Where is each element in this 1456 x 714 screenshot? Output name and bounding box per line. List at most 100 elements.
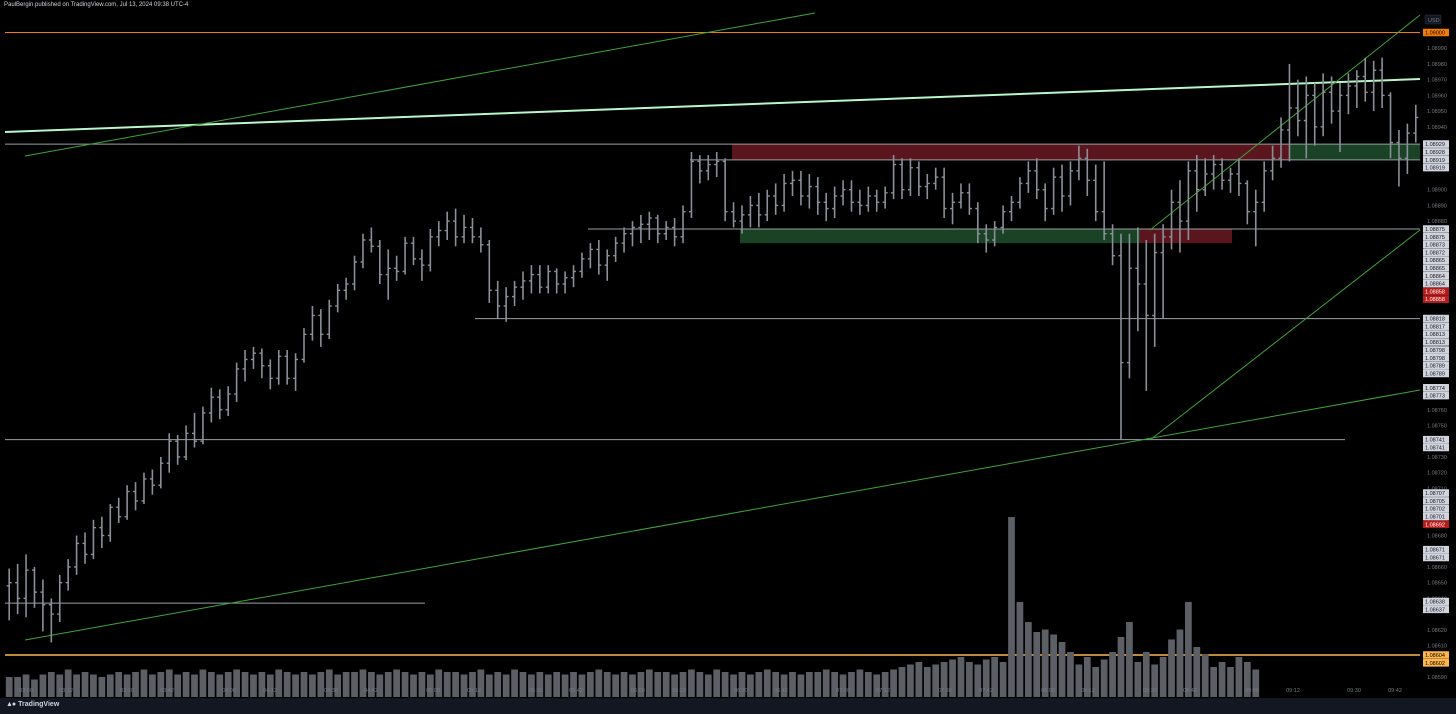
ohlc-bar — [352, 255, 358, 291]
volume-bar — [1100, 659, 1108, 697]
svg-text:1.08865: 1.08865 — [1425, 266, 1445, 272]
price-chart[interactable]: USD 1.08990 1.08980 1.08970 1.08960 1.08950 1… — [0, 0, 1456, 714]
volume-bar — [645, 669, 653, 697]
tradingview-brand-label: TradingView — [18, 701, 60, 708]
volume-bar — [300, 672, 308, 697]
ohlc-bar — [478, 227, 484, 253]
trendline-bright-green[interactable] — [4, 78, 1421, 133]
time-tick-label: 03:42 — [160, 688, 174, 694]
price-tick-label: 1.08660 — [1427, 565, 1447, 571]
price-tick-label: 1.08950 — [1427, 109, 1447, 115]
price-badge: 1.08773 — [1423, 391, 1449, 400]
ohlc-bar — [537, 265, 543, 294]
price-badge: 1.08873 — [1423, 240, 1449, 249]
volume-bar — [106, 674, 114, 697]
time-tick-label: 08:12 — [1081, 688, 1095, 694]
time-tick-label: 09:42 — [1388, 688, 1402, 694]
price-badge: 1.08638 — [1423, 597, 1449, 606]
volume-bar — [485, 674, 493, 697]
volume-bar — [747, 674, 754, 697]
ohlc-bar — [747, 195, 753, 228]
svg-text:1.08813: 1.08813 — [1425, 332, 1445, 338]
zone-demand[interactable] — [1290, 144, 1420, 160]
volume-bar — [73, 674, 80, 697]
svg-text:1.08637: 1.08637 — [1425, 607, 1445, 613]
price-badge: 1.08705 — [1423, 497, 1449, 505]
price-badge: 1.08817 — [1423, 322, 1449, 330]
ohlc-bar — [402, 236, 408, 275]
ohlc-bar — [133, 482, 139, 511]
ohlc-bar — [149, 469, 155, 495]
ohlc-bar — [1312, 82, 1318, 146]
trendline-upper-green[interactable] — [24, 12, 816, 157]
price-tick-label: 1.08900 — [1427, 188, 1447, 194]
volume-bar — [14, 677, 22, 697]
ohlc-bar — [1101, 161, 1107, 240]
tradingview-brand[interactable]: ▲● TradingView — [6, 701, 59, 708]
trendline-channel-inner[interactable] — [1149, 229, 1421, 441]
svg-text:1.08858: 1.08858 — [1425, 297, 1445, 303]
horizontal-levels — [5, 32, 1420, 656]
zone-supply[interactable] — [1140, 228, 1232, 244]
volume-bar — [1126, 622, 1133, 697]
volume-bar — [561, 674, 569, 697]
ohlc-bar — [1009, 195, 1015, 222]
svg-text:1.08741: 1.08741 — [1425, 445, 1445, 451]
ohlc-bar — [865, 186, 871, 212]
svg-text:1.08692: 1.08692 — [1425, 522, 1445, 528]
ohlc-bar — [301, 328, 307, 363]
ohlc-bar — [436, 221, 442, 247]
zone-demand[interactable] — [740, 228, 1140, 244]
volume-bar — [587, 672, 594, 697]
volume-bar — [1058, 642, 1066, 697]
ohlc-bar — [545, 265, 551, 294]
volume-bar — [1008, 517, 1015, 697]
time-tick-label: 08:30 — [1143, 688, 1157, 694]
svg-text:1.08928: 1.08928 — [1425, 150, 1445, 156]
volume-bar — [393, 669, 401, 697]
price-badge: 1.08919 — [1423, 163, 1449, 172]
ohlc-bar — [318, 309, 324, 347]
ohlc-bar — [907, 158, 913, 196]
ohlc-bar — [427, 228, 433, 272]
volume-bar — [494, 672, 502, 697]
ohlc-bar — [124, 485, 130, 520]
time-tick-label: 09:12 — [1286, 688, 1300, 694]
ohlc-bar — [714, 151, 720, 178]
volume-bar — [822, 669, 830, 697]
price-badge: 1.08671 — [1423, 553, 1449, 561]
price-badge: 1.08928 — [1423, 148, 1449, 156]
ohlc-bar — [722, 158, 728, 222]
volume-bar — [309, 674, 316, 697]
volume-bar — [612, 674, 620, 697]
ohlc-bar — [604, 249, 610, 281]
volume-bar — [1117, 637, 1125, 697]
ohlc-bar — [326, 299, 332, 340]
svg-text:1.08705: 1.08705 — [1425, 499, 1445, 505]
svg-text:1.08789: 1.08789 — [1425, 364, 1445, 370]
ohlc-bar — [840, 180, 846, 206]
ohlc-bar — [916, 161, 922, 196]
price-tick-label: 1.08960 — [1427, 93, 1447, 99]
price-tick-label: 1.08730 — [1427, 455, 1447, 461]
ohlc-bar — [832, 186, 838, 218]
volume-bar — [292, 674, 299, 697]
volume-bar — [81, 672, 89, 697]
ohlc-bar — [242, 350, 248, 382]
price-tick-label: 1.08610 — [1427, 644, 1447, 650]
volume-bar — [1159, 657, 1167, 697]
ohlc-bar — [1025, 161, 1031, 193]
ohlc-bar — [1227, 167, 1233, 193]
volume-bar — [1067, 652, 1074, 697]
price-badge: 1.09000 — [1423, 28, 1449, 37]
time-tick-label: 03:12 — [59, 688, 73, 694]
footer-bar: ▲● TradingView — [0, 698, 1456, 714]
ohlc-bar — [596, 240, 602, 275]
trendline-channel-outer[interactable] — [1149, 14, 1421, 231]
zone-supply[interactable] — [732, 144, 1290, 160]
svg-text:1.08919: 1.08919 — [1425, 166, 1445, 172]
trendline-lower-green[interactable] — [24, 389, 1421, 641]
ohlc-bar — [790, 170, 796, 196]
ohlc-bar — [663, 221, 669, 240]
ohlc-bar — [1379, 57, 1385, 108]
